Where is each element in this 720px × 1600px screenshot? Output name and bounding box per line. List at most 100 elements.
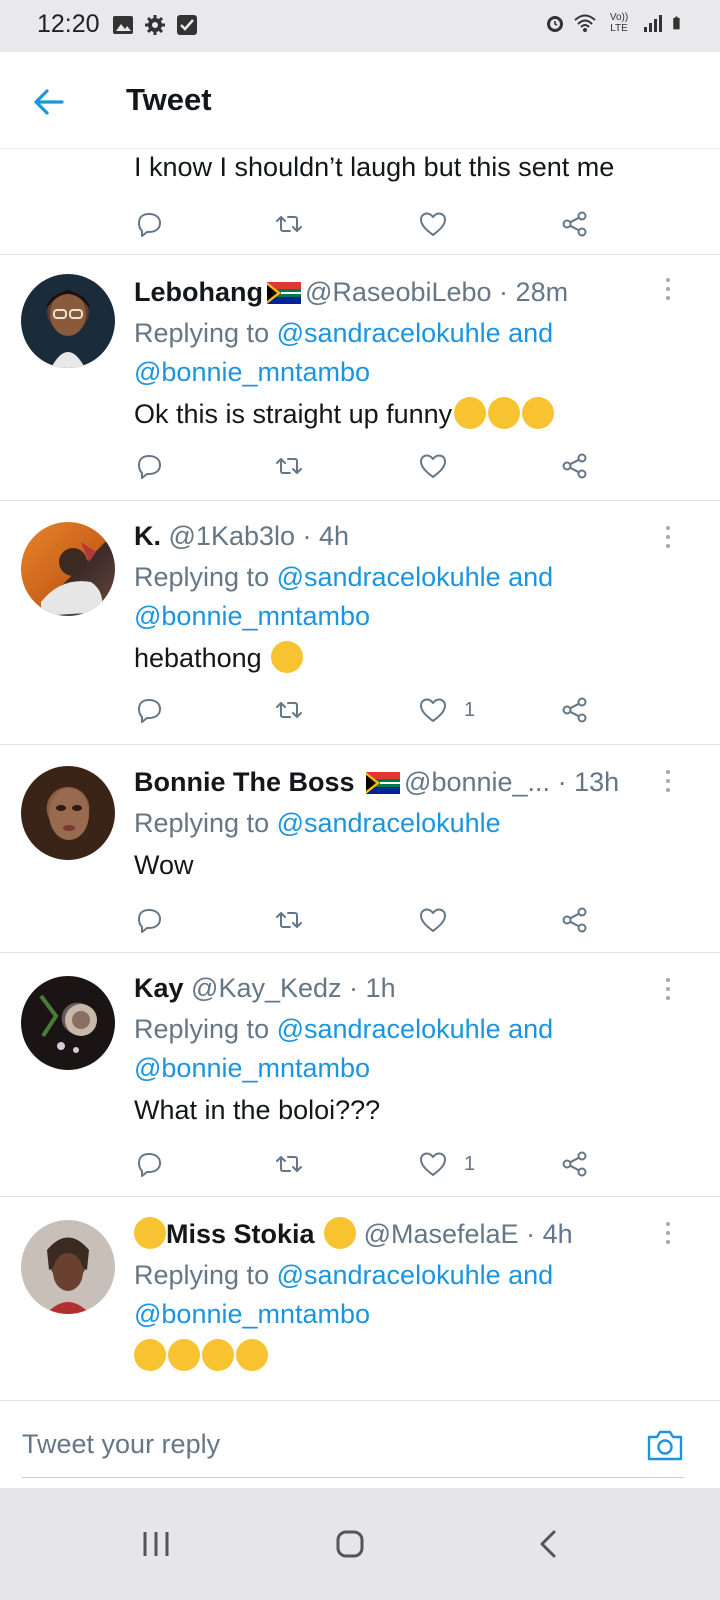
- reply-tweet[interactable]: Kay @Kay_Kedz · 1h Replying to @sandrace…: [0, 952, 720, 1197]
- tweet-text: [134, 1336, 680, 1376]
- back-arrow-icon[interactable]: [28, 82, 68, 122]
- share-button[interactable]: [560, 446, 590, 486]
- system-nav-bar: [0, 1488, 720, 1600]
- tweet-text: hebathong: [134, 638, 680, 678]
- replying-to: Replying to @sandracelokuhle and: [134, 1260, 554, 1290]
- like-button[interactable]: 1: [418, 690, 475, 730]
- avatar-image: [46, 290, 90, 368]
- reply-tweet[interactable]: Bonnie The Boss @bonnie_... · 13h Replyi…: [0, 744, 720, 953]
- settings-gear-icon: [145, 15, 165, 35]
- signal-icon: [644, 15, 662, 32]
- like-icon: [420, 908, 446, 932]
- replying-to: Replying to @sandracelokuhle and: [134, 318, 554, 348]
- home-icon[interactable]: [330, 1524, 370, 1564]
- reply-button[interactable]: [134, 446, 164, 486]
- author-name[interactable]: Kay: [134, 973, 184, 1003]
- tweet-text: I know I shouldn’t laugh but this sent m…: [134, 152, 615, 182]
- author-name[interactable]: Miss Stokia: [166, 1219, 315, 1249]
- mention-link[interactable]: @bonnie_mntambo: [134, 353, 680, 392]
- share-icon: [562, 907, 587, 933]
- like-button[interactable]: [418, 446, 464, 486]
- retweet-button[interactable]: [274, 900, 304, 940]
- reply-button[interactable]: [134, 900, 164, 940]
- tweet-actions: [134, 204, 604, 244]
- like-button[interactable]: [418, 900, 464, 940]
- kiss-emoji-icon: [134, 1217, 166, 1249]
- share-icon: [562, 697, 587, 723]
- share-button[interactable]: [560, 204, 590, 244]
- retweet-button[interactable]: [274, 446, 304, 486]
- mention-link[interactable]: @sandracelokuhle and: [277, 318, 554, 348]
- retweet-icon: [276, 912, 302, 928]
- retweet-button[interactable]: [274, 204, 304, 244]
- laughing-emoji-icon: [488, 397, 521, 429]
- tweet-time: 4h: [319, 521, 350, 551]
- like-count: 1: [464, 1152, 476, 1175]
- retweet-button[interactable]: [274, 690, 304, 730]
- nav-back-icon[interactable]: [530, 1524, 570, 1564]
- like-icon: [420, 1152, 446, 1176]
- like-icon: [420, 454, 446, 478]
- reply-icon: [138, 699, 161, 723]
- reply-tweet[interactable]: Miss Stokia @MasefelaE · 4h Replying to …: [0, 1196, 720, 1400]
- recent-apps-icon[interactable]: [136, 1524, 176, 1564]
- reply-input[interactable]: Tweet your reply: [22, 1429, 220, 1460]
- share-button[interactable]: [560, 900, 590, 940]
- mention-link[interactable]: @sandracelokuhle: [277, 808, 501, 838]
- avatar[interactable]: [21, 766, 115, 860]
- mention-link[interactable]: @bonnie_mntambo: [134, 1049, 680, 1088]
- reply-icon: [138, 213, 161, 237]
- reply-icon: [138, 1153, 161, 1177]
- author-name[interactable]: K.: [134, 521, 161, 551]
- avatar-image: [49, 788, 89, 840]
- avatar-image: [41, 542, 103, 616]
- tweet-actions: [134, 446, 604, 486]
- reply-button[interactable]: [134, 690, 164, 730]
- retweet-icon: [276, 458, 302, 474]
- status-time: 12:20: [37, 10, 100, 38]
- avatar[interactable]: [21, 1220, 115, 1314]
- author-name[interactable]: Lebohang: [134, 277, 263, 307]
- like-count: 1: [464, 698, 476, 721]
- wifi-icon: [574, 14, 596, 32]
- avatar[interactable]: [21, 976, 115, 1070]
- reply-button[interactable]: [134, 1144, 164, 1184]
- share-button[interactable]: [560, 1144, 590, 1184]
- author-name[interactable]: Bonnie The Boss: [134, 767, 355, 797]
- tweet-actions: [134, 900, 604, 940]
- reply-icon: [138, 909, 161, 933]
- reply-tweet[interactable]: K. @1Kab3lo · 4h Replying to @sandracelo…: [0, 500, 720, 745]
- replying-to: Replying to @sandracelokuhle: [134, 808, 501, 838]
- like-icon: [420, 212, 446, 236]
- surprised-emoji-icon: [271, 641, 304, 673]
- joy-emoji-icon: [134, 1339, 166, 1371]
- like-button[interactable]: [418, 204, 448, 244]
- retweet-button[interactable]: [274, 1144, 304, 1184]
- mention-link[interactable]: @sandracelokuhle and: [277, 1260, 554, 1290]
- author-handle: @Kay_Kedz: [191, 973, 342, 1003]
- replying-to: Replying to @sandracelokuhle and: [134, 562, 554, 592]
- main-tweet[interactable]: I know I shouldn’t laugh but this sent m…: [0, 148, 720, 255]
- reply-tweet[interactable]: Lebohang @RaseobiLebo · 28m Replying to @…: [0, 254, 720, 501]
- tweet-time: 13h: [574, 767, 620, 797]
- tweet-actions: 1: [134, 690, 604, 730]
- mention-link[interactable]: @sandracelokuhle and: [277, 562, 554, 592]
- reply-icon: [138, 455, 161, 479]
- camera-icon[interactable]: [646, 1427, 684, 1463]
- reply-button[interactable]: [134, 204, 164, 244]
- mention-link[interactable]: @bonnie_mntambo: [134, 597, 680, 636]
- like-button[interactable]: 1: [418, 1144, 475, 1184]
- author-handle: @RaseobiLebo: [305, 277, 492, 307]
- mention-link[interactable]: @bonnie_mntambo: [134, 1295, 680, 1334]
- tweet-actions: 1: [134, 1144, 604, 1184]
- status-bar: 12:20 Vo)) LTE: [0, 0, 720, 52]
- avatar[interactable]: [21, 274, 115, 368]
- south-africa-flag-icon: [366, 772, 401, 794]
- kiss-emoji-icon: [324, 1217, 357, 1249]
- author-handle: @MasefelaE: [363, 1219, 519, 1249]
- avatar[interactable]: [21, 522, 115, 616]
- author-handle: @1Kab3lo: [168, 521, 296, 551]
- share-button[interactable]: [560, 690, 590, 730]
- tweet-text: Ok this is straight up funny: [134, 394, 680, 434]
- mention-link[interactable]: @sandracelokuhle and: [277, 1014, 554, 1044]
